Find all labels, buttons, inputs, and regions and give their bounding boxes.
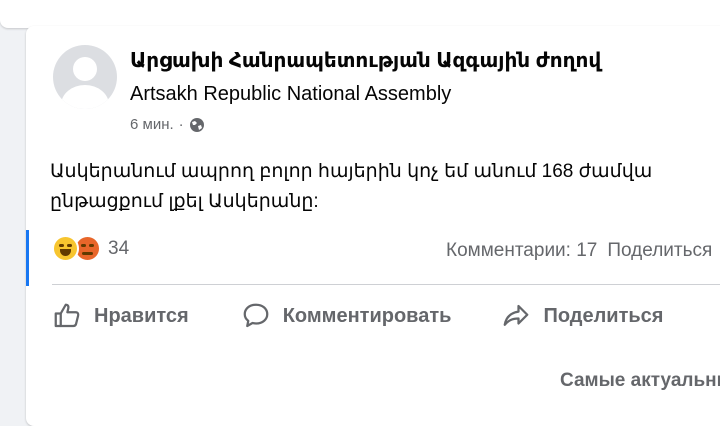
previous-post-card (0, 0, 720, 28)
comment-sort-dropdown[interactable]: Самые актуальные (560, 370, 720, 392)
post-time[interactable]: 6 мин. (130, 116, 174, 133)
avatar-head (73, 57, 97, 81)
comment-label: Комментировать (282, 304, 452, 327)
haha-reaction-icon (52, 235, 79, 262)
reactions-summary[interactable]: 34 (52, 235, 129, 262)
meta-separator: · (178, 116, 184, 133)
thumbs-up-icon (54, 303, 80, 328)
comment-count-link[interactable]: Комментарии: 17 (446, 240, 597, 262)
highlight-accent-bar (26, 230, 29, 286)
globe-icon[interactable] (189, 117, 205, 133)
post-text-line: ընթացքում լքել Ասկերանը: (50, 191, 319, 212)
like-button[interactable]: Нравится (52, 301, 189, 331)
actions-divider (52, 284, 720, 285)
reaction-count[interactable]: 34 (108, 238, 129, 260)
share-label: Поделиться (543, 304, 664, 327)
post-text-line: Ասկերանում ապրող բոլոր հայերին կոչ եմ ան… (50, 161, 653, 182)
comment-button[interactable]: Комментировать (241, 301, 452, 331)
share-button[interactable]: Поделиться (501, 301, 663, 331)
author-subtitle[interactable]: Artsakh Republic National Assembly (130, 83, 451, 106)
share-count-link[interactable]: Поделиться (607, 240, 712, 262)
post-meta: 6 мин. · (130, 116, 205, 133)
avatar-body (61, 85, 109, 109)
post-actions-bar: Нравится Комментировать Поделиться (52, 301, 663, 331)
author-name[interactable]: Արցախի Հանրապետության Ազգային ժողով (130, 48, 601, 73)
comment-bubble-icon (243, 303, 269, 328)
author-avatar[interactable] (53, 45, 117, 109)
post-text: Ասկերանում ապրող բոլոր հայերին կոչ եմ ան… (50, 157, 720, 217)
post-stats: Комментарии: 17 Поделиться (446, 240, 712, 262)
post-card: Արցախի Հանրապետության Ազգային ժողով Arts… (26, 26, 720, 426)
share-arrow-icon (504, 304, 529, 326)
like-label: Нравится (94, 304, 189, 327)
